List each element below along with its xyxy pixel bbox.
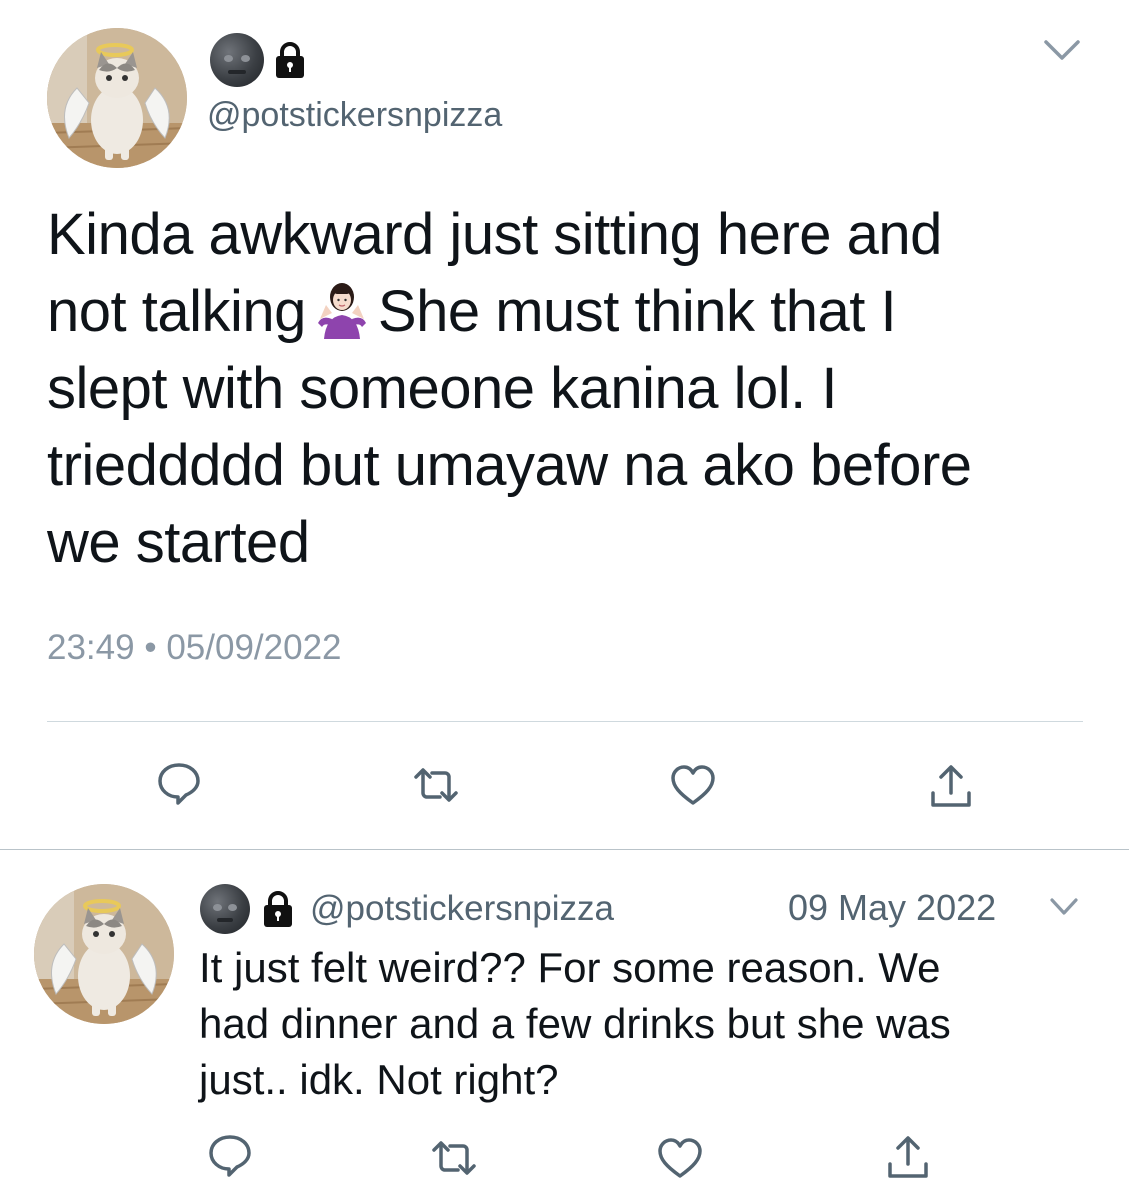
share-button[interactable] <box>880 1130 936 1186</box>
like-button[interactable] <box>665 757 721 813</box>
timestamp-time: 23:49 <box>47 628 135 667</box>
share-button[interactable] <box>923 759 979 815</box>
reply-button[interactable] <box>151 755 207 811</box>
avatar[interactable] <box>34 884 174 1024</box>
reply-text-line: had dinner and a few drinks but she was <box>199 1000 951 1047</box>
reply-icon <box>158 763 200 805</box>
display-name[interactable] <box>210 33 308 87</box>
retweet-icon <box>432 1141 476 1175</box>
tweet-text-segment: She must think that I <box>377 279 897 344</box>
retweet-button[interactable] <box>426 1130 482 1186</box>
retweet-icon <box>414 768 458 802</box>
timestamp[interactable]: 23:49 • 05/09/2022 <box>47 628 342 668</box>
tweet-text-line: slept with someone kanina lol. I <box>47 356 838 421</box>
tweet-text-line: trieddddd but umayaw na ako before <box>47 433 972 498</box>
handle[interactable]: @potstickersnpizza <box>310 889 614 929</box>
new-moon-face-emoji <box>200 884 250 934</box>
timestamp-date: 05/09/2022 <box>166 628 342 667</box>
tweet-text-line: Kinda awkward just sitting here and <box>47 202 942 267</box>
avatar[interactable] <box>47 28 187 168</box>
chevron-down-icon[interactable] <box>1042 36 1082 64</box>
lock-icon <box>272 40 308 80</box>
reply-date[interactable]: 09 May 2022 <box>788 887 996 929</box>
tweet-text-line: not talking She must think that I <box>47 273 1057 350</box>
like-icon <box>671 765 715 805</box>
reply-icon <box>209 1135 251 1177</box>
retweet-button[interactable] <box>408 757 464 813</box>
reply-text-line: It just felt weird?? For some reason. We <box>199 944 941 991</box>
share-icon <box>931 765 971 807</box>
like-button[interactable] <box>652 1130 708 1186</box>
tweet-thread: @potstickersnpizza Kinda awkward just si… <box>0 0 1129 1200</box>
reply-button[interactable] <box>202 1127 258 1183</box>
reply-text-line: just.. idk. Not right? <box>199 1056 559 1103</box>
timestamp-separator: • <box>144 628 157 667</box>
share-icon <box>888 1136 928 1178</box>
chevron-down-icon[interactable] <box>1048 895 1080 919</box>
handle[interactable]: @potstickersnpizza <box>207 96 502 135</box>
reply-text: It just felt weird?? For some reason. We… <box>199 940 1099 1108</box>
tweet-text-line: we started <box>47 510 310 575</box>
person-shrugging-emoji <box>312 279 372 339</box>
lock-icon <box>260 889 296 929</box>
tweet-text: Kinda awkward just sitting here and not … <box>47 196 1057 581</box>
divider <box>47 721 1083 722</box>
new-moon-face-emoji <box>210 33 264 87</box>
tweet-text-segment: not talking <box>47 279 306 344</box>
like-icon <box>658 1138 702 1178</box>
divider <box>0 849 1129 850</box>
display-name[interactable]: @potstickersnpizza <box>200 884 614 934</box>
